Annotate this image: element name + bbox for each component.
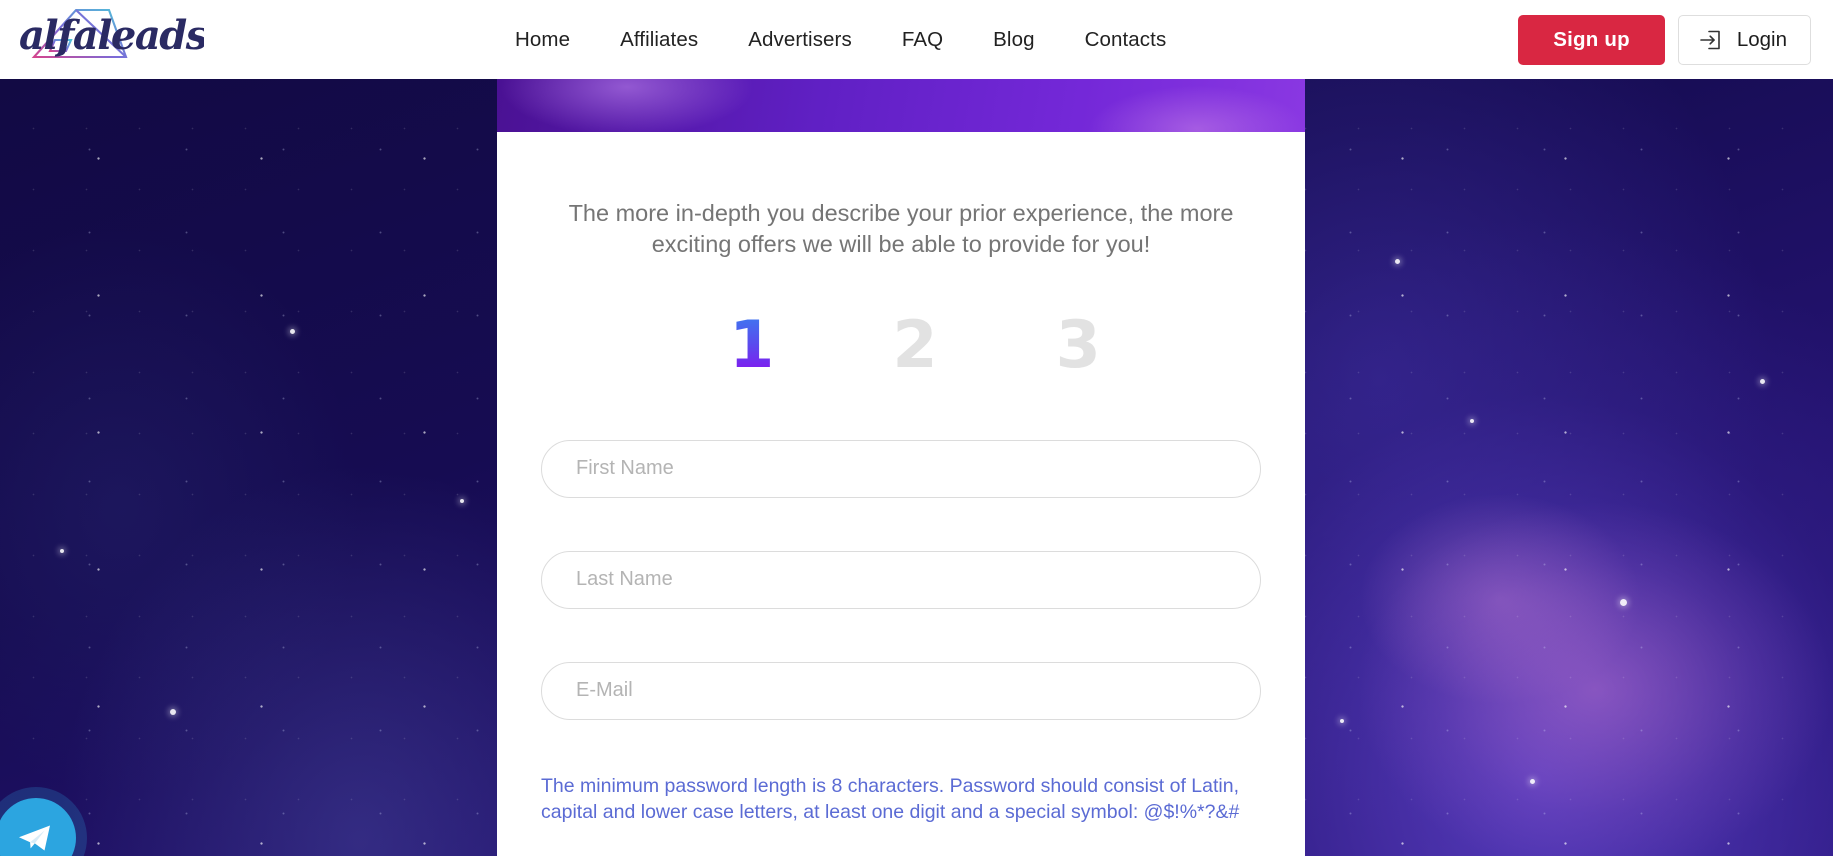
page-root: alfaleads Home Affiliates Advertisers FA… (0, 0, 1833, 856)
star (290, 329, 295, 334)
step-3[interactable]: 3 (1056, 313, 1101, 378)
main-navigation: Home Affiliates Advertisers FAQ Blog Con… (490, 0, 1191, 79)
svg-text:alfaleads: alfaleads (19, 12, 204, 59)
brand-logo[interactable]: alfaleads (14, 4, 209, 76)
header-actions: Sign up Login (1518, 0, 1811, 79)
nav-item-home[interactable]: Home (490, 28, 595, 52)
star (1470, 419, 1474, 423)
login-button-label: Login (1736, 27, 1787, 51)
star (1340, 719, 1344, 723)
site-header: alfaleads Home Affiliates Advertisers FA… (0, 0, 1833, 79)
nav-item-advertisers[interactable]: Advertisers (723, 28, 877, 52)
star (170, 709, 176, 715)
star (1760, 379, 1765, 384)
nav-item-faq[interactable]: FAQ (877, 28, 968, 52)
step-indicator: 1 2 3 (497, 313, 1305, 378)
step-1[interactable]: 1 (729, 313, 774, 378)
banner-starfield (497, 79, 1305, 132)
form-heading: The more in-depth you describe your prio… (568, 200, 1234, 258)
signup-card: The more in-depth you describe your prio… (497, 132, 1305, 856)
password-requirements-hint: The minimum password length is 8 charact… (541, 774, 1240, 823)
signup-button[interactable]: Sign up (1518, 14, 1665, 65)
star (1620, 599, 1627, 606)
nav-item-blog[interactable]: Blog (968, 28, 1059, 52)
card-top-banner (497, 79, 1305, 132)
nav-item-contacts[interactable]: Contacts (1060, 28, 1192, 52)
nav-item-affiliates[interactable]: Affiliates (595, 28, 723, 52)
step-2[interactable]: 2 (892, 313, 937, 378)
star (60, 549, 64, 553)
login-arrow-icon (1700, 30, 1720, 49)
last-name-input[interactable] (541, 550, 1261, 609)
star (1530, 779, 1535, 784)
alfaleads-logo-icon: alfaleads (19, 8, 209, 59)
telegram-paper-plane-icon (19, 825, 50, 850)
first-name-input[interactable] (541, 439, 1261, 498)
login-button[interactable]: Login (1677, 14, 1811, 65)
star (1395, 259, 1400, 264)
email-input[interactable] (541, 661, 1261, 720)
signup-form-fields (541, 439, 1261, 720)
star (460, 499, 464, 503)
